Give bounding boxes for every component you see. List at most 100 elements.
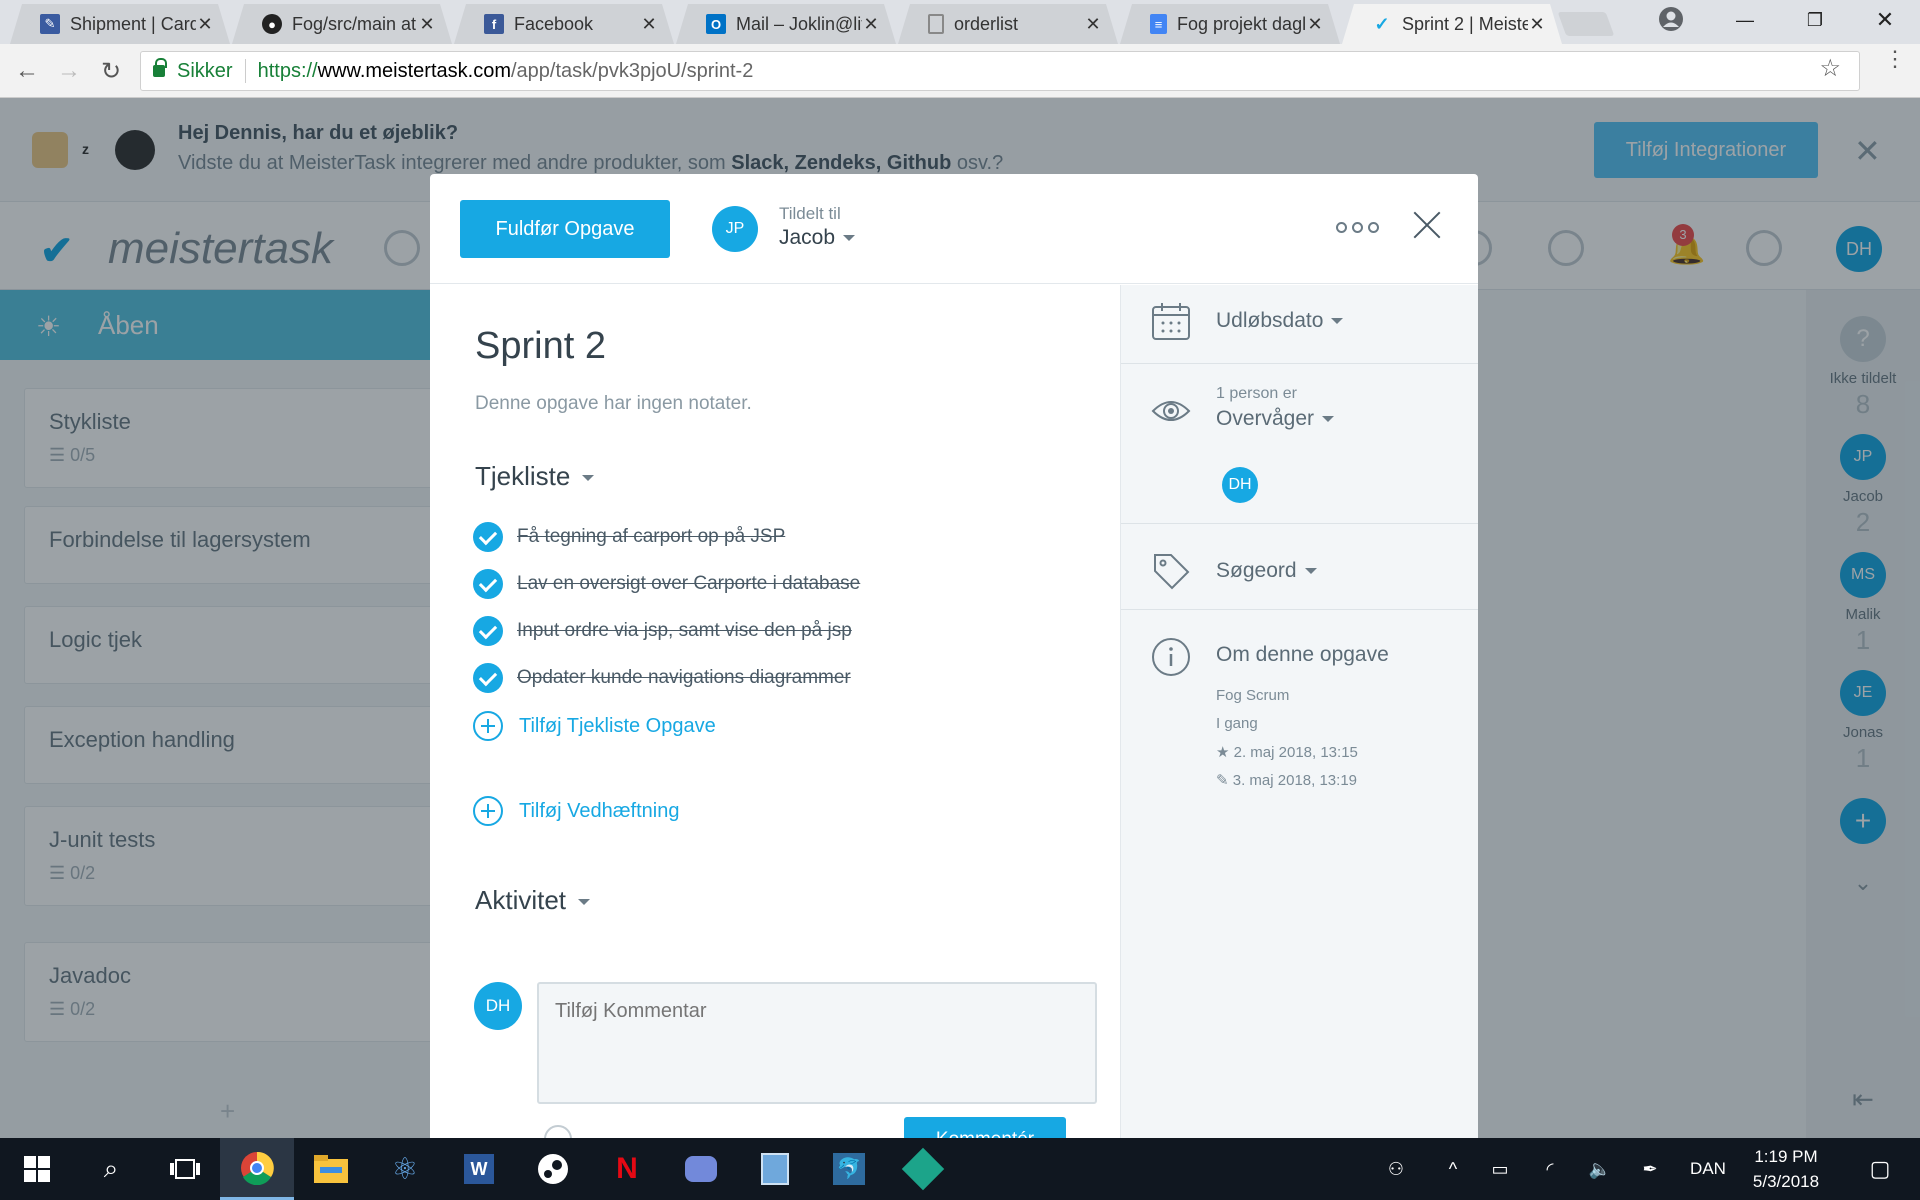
browser-tab[interactable]: f Facebook ✕	[454, 4, 674, 44]
chevron-down-icon	[582, 475, 595, 482]
watcher-avatar[interactable]: DH	[1222, 467, 1258, 503]
close-icon[interactable]	[1412, 210, 1442, 240]
assigned-label: Tildelt til	[779, 204, 841, 223]
chevron-down-icon	[1331, 318, 1344, 325]
task-title[interactable]: Sprint 2	[475, 325, 606, 368]
reload-icon[interactable]: ↻	[96, 56, 126, 86]
close-icon[interactable]: ✕	[1306, 14, 1324, 35]
mysql-workbench-icon[interactable]: 🐬	[812, 1138, 886, 1200]
due-date-dropdown[interactable]: Udløbsdato	[1216, 309, 1344, 333]
watchers-dropdown[interactable]: Overvåger	[1216, 407, 1335, 431]
eye-icon	[1151, 401, 1191, 421]
tab-title: Facebook	[514, 13, 594, 34]
tab-title: Fog projekt dagl	[1177, 13, 1306, 34]
emoji-icon[interactable]	[544, 1125, 572, 1138]
virtualbox-icon[interactable]	[738, 1138, 812, 1200]
chevron-up-icon[interactable]: ^	[1436, 1138, 1470, 1200]
facebook-icon: f	[484, 14, 504, 34]
wifi-icon[interactable]: ◜	[1530, 1138, 1570, 1200]
checklist-item[interactable]: Opdater kunde navigations diagrammer	[473, 662, 851, 694]
created-date: ★ 2. maj 2018, 13:15	[1216, 744, 1358, 761]
people-icon[interactable]: ⚇	[1376, 1138, 1416, 1200]
checklist-item[interactable]: Få tegning af carport op på JSP	[473, 521, 785, 553]
close-icon[interactable]: ✕	[640, 14, 658, 35]
browser-tab-active[interactable]: ✓ Sprint 2 | Meiste ✕	[1342, 4, 1562, 44]
windows-start-icon[interactable]	[0, 1138, 74, 1200]
modal-header: Fuldfør Opgave JP Tildelt til Jacob	[430, 174, 1478, 284]
section-name[interactable]: I gang	[1216, 715, 1258, 732]
secure-label: Sikker	[177, 59, 233, 82]
tags-dropdown[interactable]: Søgeord	[1216, 559, 1317, 583]
close-icon[interactable]: ✕	[1084, 14, 1102, 35]
close-icon[interactable]: ✕	[196, 14, 214, 35]
browser-tab[interactable]: ● Fog/src/main at ✕	[232, 4, 452, 44]
close-icon[interactable]: ✕	[1528, 14, 1546, 35]
complete-task-button[interactable]: Fuldfør Opgave	[460, 200, 670, 258]
checklist-item-text: Lav en oversigt over Carporte i database	[517, 573, 861, 594]
back-arrow-icon[interactable]: ←	[12, 56, 42, 86]
profile-icon[interactable]	[1658, 6, 1684, 32]
checkmark-icon[interactable]	[473, 663, 503, 693]
action-center-icon[interactable]: ▢	[1850, 1138, 1910, 1200]
atom-icon[interactable]: ⚛	[368, 1138, 442, 1200]
address-bar[interactable]: Sikker https://www.meistertask.com/app/t…	[140, 51, 1860, 91]
url-path: /app/task/pvk3pjoU/sprint-2	[510, 59, 754, 82]
close-icon[interactable]: ✕	[862, 14, 880, 35]
task-view-icon[interactable]	[148, 1138, 222, 1200]
about-task-title: Om denne opgave	[1216, 643, 1389, 666]
chrome-icon[interactable]	[220, 1138, 294, 1200]
commenter-avatar: DH	[474, 982, 522, 1030]
clock[interactable]: 1:19 PM 5/3/2018	[1726, 1144, 1846, 1194]
steam-icon[interactable]	[516, 1138, 590, 1200]
activity-title[interactable]: Aktivitet	[475, 885, 591, 916]
discord-icon[interactable]	[664, 1138, 738, 1200]
task-notes[interactable]: Denne opgave har ingen notater.	[475, 393, 752, 415]
add-checklist-item-button[interactable]: Tilføj Tjekliste Opgave	[473, 710, 716, 742]
word-icon[interactable]: W	[442, 1138, 516, 1200]
star-icon: ★	[1216, 744, 1230, 761]
checkmark-icon[interactable]	[473, 569, 503, 599]
outlook-icon: O	[706, 14, 726, 34]
meistertask-check-icon: ✓	[1374, 13, 1390, 34]
pen-icon[interactable]: ✒	[1630, 1138, 1670, 1200]
plus-circle-icon	[473, 711, 503, 741]
assignee-avatar[interactable]: JP	[712, 206, 758, 252]
tab-title: orderlist	[954, 13, 1019, 34]
netflix-icon[interactable]: N	[590, 1138, 664, 1200]
browser-menu-icon[interactable]: ⋮	[1884, 48, 1906, 70]
file-explorer-icon[interactable]	[294, 1138, 368, 1200]
lock-icon	[153, 58, 167, 77]
close-icon[interactable]: ✕	[418, 14, 436, 35]
add-attachment-button[interactable]: Tilføj Vedhæftning	[473, 795, 679, 827]
window-close-icon[interactable]: ✕	[1850, 0, 1920, 40]
bookmark-star-icon[interactable]: ☆	[1819, 54, 1841, 83]
browser-tab[interactable]: orderlist ✕	[898, 4, 1118, 44]
checkmark-icon[interactable]	[473, 616, 503, 646]
checklist-title[interactable]: Tjekliste	[475, 461, 595, 492]
minimize-icon[interactable]: —	[1710, 0, 1780, 40]
chevron-down-icon	[578, 899, 591, 906]
browser-tab-strip: ✎ Shipment | Cardr ✕ ● Fog/src/main at ✕…	[0, 0, 1920, 44]
battery-icon[interactable]: ▭	[1480, 1138, 1520, 1200]
forward-arrow-icon[interactable]: →	[54, 56, 84, 86]
task-modal: Fuldfør Opgave JP Tildelt til Jacob Spri…	[430, 174, 1478, 1138]
comment-input[interactable]	[537, 982, 1097, 1104]
browser-tab[interactable]: ≡ Fog projekt dagl ✕	[1120, 4, 1340, 44]
project-name[interactable]: Fog Scrum	[1216, 687, 1289, 704]
browser-tab[interactable]: O Mail – Joklin@liv ✕	[676, 4, 896, 44]
browser-tab[interactable]: ✎ Shipment | Cardr ✕	[10, 4, 230, 44]
more-options-icon[interactable]	[1336, 222, 1384, 238]
assignee-dropdown[interactable]: Jacob	[779, 226, 856, 250]
gitkraken-icon[interactable]	[886, 1138, 960, 1200]
checklist-item[interactable]: Input ordre via jsp, samt vise den på js…	[473, 615, 852, 647]
tab-title: Sprint 2 | Meiste	[1402, 13, 1528, 34]
checklist-item[interactable]: Lav en oversigt over Carporte i database	[473, 568, 860, 600]
volume-muted-icon[interactable]: 🔈	[1580, 1138, 1620, 1200]
checkmark-icon[interactable]	[473, 522, 503, 552]
restore-icon[interactable]: ❐	[1780, 0, 1850, 40]
chevron-down-icon	[1304, 568, 1317, 575]
chevron-down-icon	[1322, 416, 1335, 423]
comment-button[interactable]: Kommentér	[904, 1117, 1066, 1138]
search-icon[interactable]: ⌕	[74, 1138, 148, 1200]
new-tab-button[interactable]	[1557, 12, 1615, 36]
